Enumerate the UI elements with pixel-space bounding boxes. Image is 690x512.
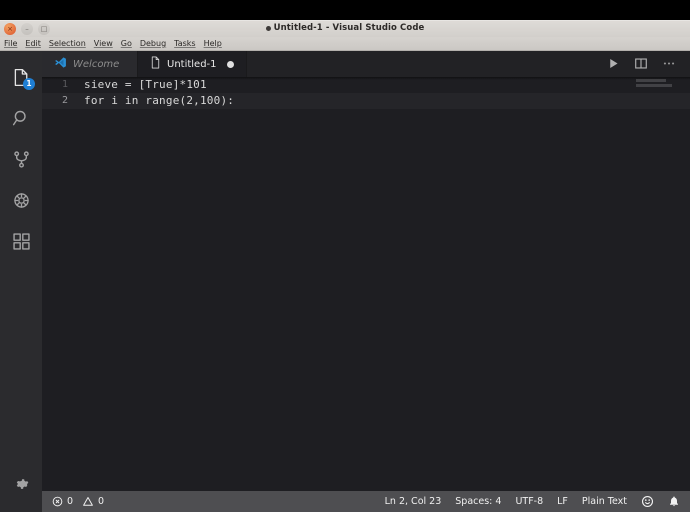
tab-dirty-indicator-icon[interactable] [226, 60, 234, 68]
workbench-body: 1 Welcome Untitled-1 1 sieve = [True]*10… [0, 51, 690, 512]
menu-file[interactable]: File [4, 39, 17, 48]
menu-tasks[interactable]: Tasks [174, 39, 195, 48]
menu-debug[interactable]: Debug [140, 39, 166, 48]
ellipsis-icon [662, 55, 676, 74]
eol-status[interactable]: LF [550, 496, 575, 507]
unsaved-indicator-icon [265, 25, 271, 31]
run-button[interactable] [607, 55, 620, 74]
source-control-icon [11, 149, 32, 170]
smiley-icon [641, 495, 654, 508]
warning-icon [82, 496, 94, 507]
status-bar-right: Ln 2, Col 23 Spaces: 4 UTF-8 LF Plain Te… [383, 495, 682, 508]
title-bar: × – □ Untitled-1 - Visual Studio Code [0, 20, 690, 37]
line-number: 1 [61, 79, 68, 90]
sidebar-item-debug[interactable] [0, 180, 42, 221]
explorer-badge: 1 [23, 78, 35, 90]
debug-icon [11, 190, 32, 211]
sidebar-item-source-control[interactable] [0, 139, 42, 180]
gear-icon [12, 475, 30, 493]
menu-help[interactable]: Help [204, 39, 222, 48]
activity-bar: 1 [0, 51, 42, 512]
search-icon [11, 108, 32, 129]
tab-welcome-label: Welcome [73, 58, 120, 70]
play-icon [607, 55, 620, 74]
status-bar: 0 0 Ln 2, Col 23 Spaces: 4 UTF-8 LF Plai… [42, 491, 690, 512]
menu-edit[interactable]: Edit [25, 39, 41, 48]
menu-view[interactable]: View [94, 39, 113, 48]
warning-count: 0 [98, 496, 105, 507]
code-line[interactable]: 2 for i in range(2,100): [42, 93, 690, 109]
vscode-logo-icon [54, 56, 67, 72]
sidebar-item-search[interactable] [0, 98, 42, 139]
tab-welcome[interactable]: Welcome [42, 51, 138, 77]
feedback-button[interactable] [634, 495, 661, 508]
bell-icon [668, 495, 680, 508]
menu-go[interactable]: Go [121, 39, 132, 48]
text-editor[interactable]: 1 sieve = [True]*101 2 for i in range(2,… [42, 77, 690, 491]
notifications-button[interactable] [661, 495, 682, 508]
more-actions-button[interactable] [662, 55, 676, 74]
sidebar-item-explorer[interactable]: 1 [0, 57, 42, 98]
manage-settings-button[interactable] [0, 463, 42, 504]
indentation-status[interactable]: Spaces: 4 [448, 496, 508, 507]
file-icon [150, 56, 161, 72]
line-number: 2 [61, 95, 68, 106]
error-count: 0 [67, 496, 74, 507]
language-mode-status[interactable]: Plain Text [575, 496, 634, 507]
error-icon [52, 496, 63, 507]
split-editor-button[interactable] [634, 55, 648, 74]
vscode-window: × – □ Untitled-1 - Visual Studio Code Fi… [0, 20, 690, 512]
code-line[interactable]: 1 sieve = [True]*101 [42, 77, 690, 93]
editor-tab-bar: Welcome Untitled-1 [42, 51, 690, 77]
problems-status[interactable]: 0 0 [50, 496, 111, 507]
code-content[interactable]: 1 sieve = [True]*101 2 for i in range(2,… [42, 77, 690, 491]
tab-untitled-1-label: Untitled-1 [167, 58, 217, 70]
line-text[interactable]: sieve = [True]*101 [84, 77, 207, 93]
cursor-position-status[interactable]: Ln 2, Col 23 [383, 496, 449, 507]
editor-actions [607, 51, 690, 77]
tab-untitled-1[interactable]: Untitled-1 [138, 51, 247, 77]
sidebar-item-extensions[interactable] [0, 221, 42, 262]
menu-bar: File Edit Selection View Go Debug Tasks … [0, 37, 690, 51]
menu-selection[interactable]: Selection [49, 39, 86, 48]
window-title: Untitled-1 - Visual Studio Code [0, 23, 690, 33]
window-title-text: Untitled-1 - Visual Studio Code [273, 23, 425, 33]
extensions-icon [11, 231, 32, 252]
encoding-status[interactable]: UTF-8 [508, 496, 550, 507]
split-editor-icon [634, 55, 648, 74]
line-text[interactable]: for i in range(2,100): [84, 93, 234, 109]
editor-group: Welcome Untitled-1 1 sieve = [True]*101 … [42, 51, 690, 512]
